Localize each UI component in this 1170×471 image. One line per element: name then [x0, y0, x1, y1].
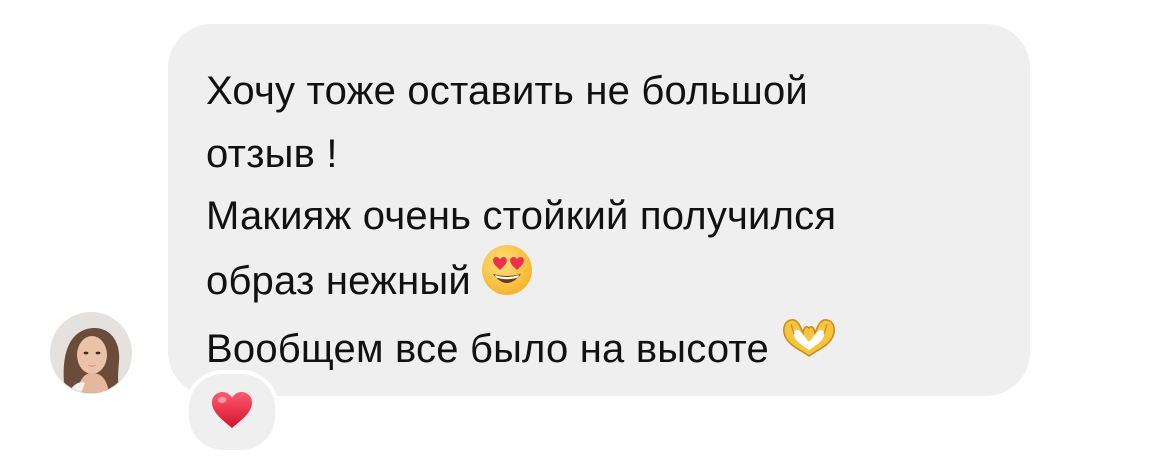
- message-line-text: Вообщем все было на высоте: [206, 327, 769, 371]
- message-line: Хочу тоже оставить не большой: [206, 69, 808, 113]
- message-bubble[interactable]: Хочу тоже оставить не большой отзыв ! Ма…: [168, 24, 1030, 396]
- message-line: отзыв !: [206, 131, 338, 176]
- previous-message-edge: [0, 0, 1170, 6]
- message-line-with-emoji: Вообщем все было на высоте: [206, 318, 990, 383]
- avatar-photo: [51, 313, 131, 393]
- heart-eyes-face-icon: [481, 244, 533, 315]
- red-heart-icon: [210, 390, 254, 435]
- heart-hands-icon: [779, 316, 839, 379]
- sender-avatar[interactable]: [50, 312, 132, 394]
- message-reaction[interactable]: [185, 370, 279, 454]
- message-line: Макияж очень стойкий получился: [206, 194, 837, 238]
- message-line-text: образ нежный: [206, 258, 471, 303]
- message-line-with-emoji: образ нежный: [206, 244, 990, 319]
